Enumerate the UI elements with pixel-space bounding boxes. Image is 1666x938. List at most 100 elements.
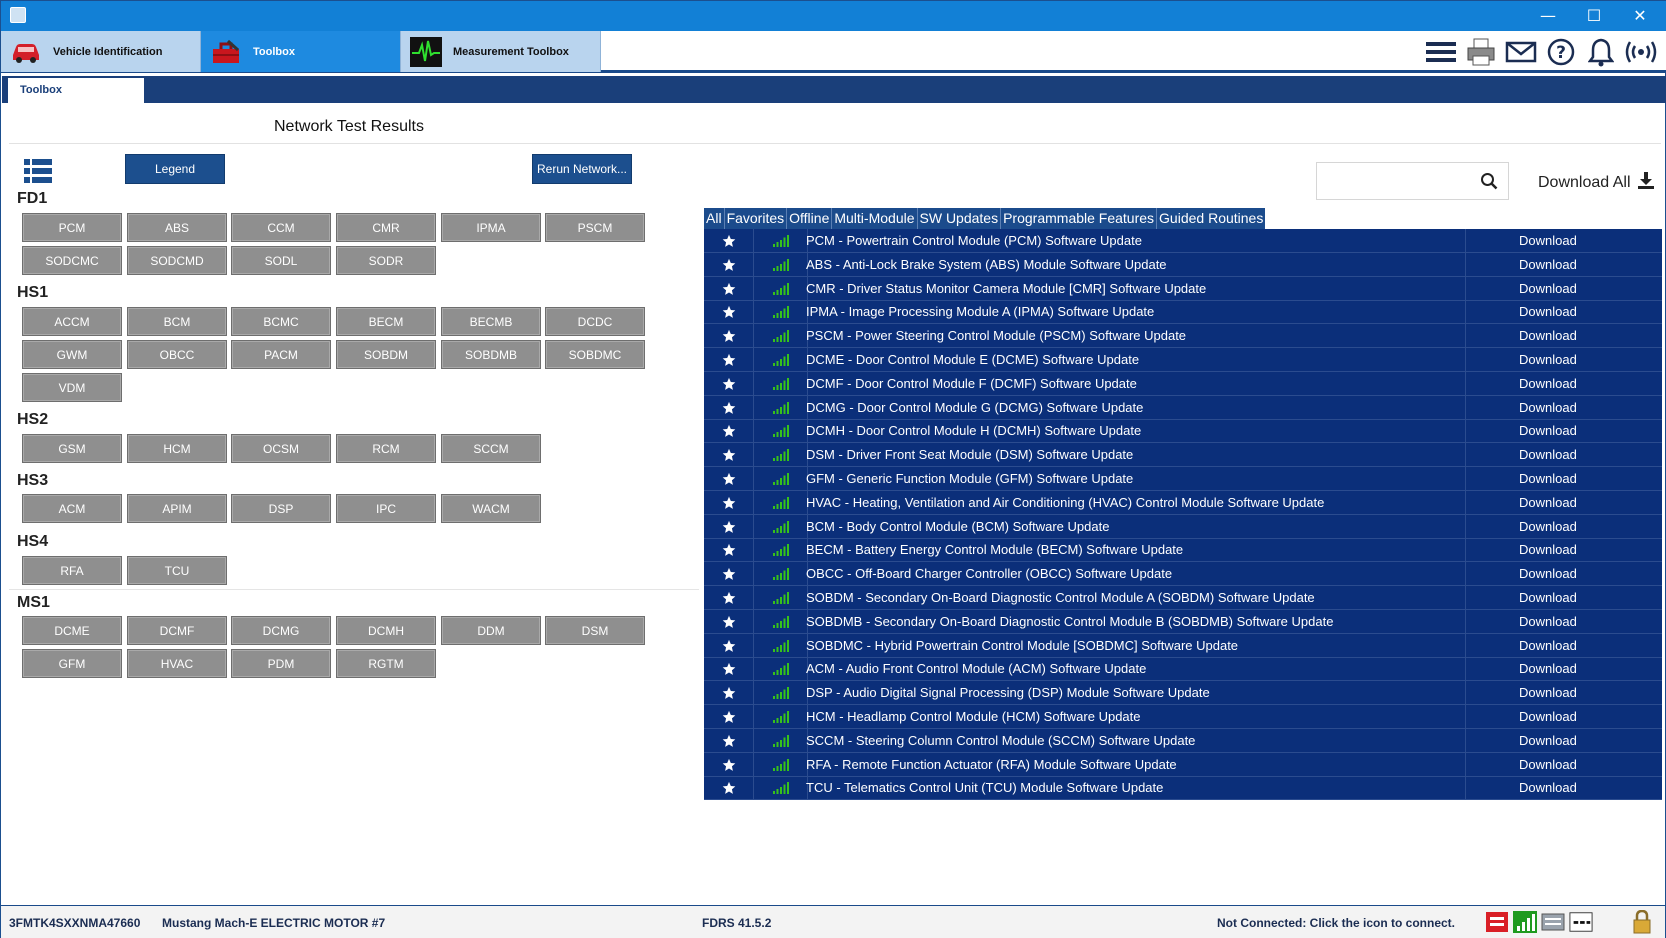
module-button-cmr[interactable]: CMR bbox=[336, 213, 436, 242]
module-button-sodr[interactable]: SODR bbox=[336, 246, 436, 275]
module-button-ipc[interactable]: IPC bbox=[336, 494, 436, 523]
favorite-star-icon[interactable] bbox=[704, 300, 754, 325]
download-link[interactable]: Download bbox=[1509, 443, 1659, 467]
module-button-pdm[interactable]: PDM bbox=[231, 649, 331, 678]
module-button-becmb[interactable]: BECMB bbox=[441, 307, 541, 336]
module-button-sccm[interactable]: SCCM bbox=[441, 434, 541, 463]
download-link[interactable]: Download bbox=[1509, 776, 1659, 800]
download-link[interactable]: Download bbox=[1509, 538, 1659, 562]
download-link[interactable]: Download bbox=[1509, 729, 1659, 753]
table-row[interactable]: DCMF - Door Control Module F (DCMF) Soft… bbox=[704, 371, 1662, 396]
download-link[interactable]: Download bbox=[1509, 277, 1659, 301]
favorite-star-icon[interactable] bbox=[704, 514, 754, 539]
filter-tab-programmable-features[interactable]: Programmable Features bbox=[1001, 208, 1158, 229]
menu-icon[interactable] bbox=[1425, 36, 1457, 68]
module-button-pcm[interactable]: PCM bbox=[22, 213, 122, 242]
table-row[interactable]: IPMA - Image Processing Module A (IPMA) … bbox=[704, 300, 1662, 325]
module-button-rcm[interactable]: RCM bbox=[336, 434, 436, 463]
favorite-star-icon[interactable] bbox=[704, 586, 754, 610]
download-link[interactable]: Download bbox=[1509, 229, 1659, 253]
table-row[interactable]: TCU - Telematics Control Unit (TCU) Modu… bbox=[704, 776, 1662, 801]
module-button-dcdc[interactable]: DCDC bbox=[545, 307, 645, 336]
module-button-becm[interactable]: BECM bbox=[336, 307, 436, 336]
table-row[interactable]: DSP - Audio Digital Signal Processing (D… bbox=[704, 681, 1662, 706]
lock-icon[interactable] bbox=[1631, 909, 1653, 937]
module-button-dsp[interactable]: DSP bbox=[231, 494, 331, 523]
module-button-dcmf[interactable]: DCMF bbox=[127, 616, 227, 645]
table-row[interactable]: GFM - Generic Function Module (GFM) Soft… bbox=[704, 467, 1662, 491]
favorite-star-icon[interactable] bbox=[704, 371, 754, 396]
favorite-star-icon[interactable] bbox=[704, 776, 754, 801]
module-button-ocsm[interactable]: OCSM bbox=[231, 434, 331, 463]
module-button-sobdmb[interactable]: SOBDMB bbox=[441, 340, 541, 369]
favorite-star-icon[interactable] bbox=[704, 419, 754, 444]
download-link[interactable]: Download bbox=[1509, 705, 1659, 729]
module-button-wacm[interactable]: WACM bbox=[441, 494, 541, 523]
module-button-bcmc[interactable]: BCMC bbox=[231, 307, 331, 336]
favorite-star-icon[interactable] bbox=[704, 324, 754, 349]
list-view-icon[interactable] bbox=[24, 159, 52, 183]
favorite-star-icon[interactable] bbox=[704, 443, 754, 468]
download-link[interactable]: Download bbox=[1509, 610, 1659, 634]
filter-tab-offline[interactable]: Offline bbox=[787, 208, 833, 229]
module-button-sobdm[interactable]: SOBDM bbox=[336, 340, 436, 369]
tab-toolbox-sub[interactable]: Toolbox bbox=[6, 78, 144, 103]
rerun-network-button[interactable]: Rerun Network... bbox=[532, 154, 632, 184]
module-button-vdm[interactable]: VDM bbox=[22, 373, 122, 402]
bell-icon[interactable] bbox=[1585, 36, 1617, 68]
favorite-star-icon[interactable] bbox=[704, 395, 754, 420]
module-button-pscm[interactable]: PSCM bbox=[545, 213, 645, 242]
wireless-icon[interactable] bbox=[1625, 36, 1657, 68]
tab-vehicle-identification[interactable]: Vehicle Identification bbox=[1, 31, 201, 72]
table-row[interactable]: OBCC - Off-Board Charger Controller (OBC… bbox=[704, 562, 1662, 587]
download-link[interactable]: Download bbox=[1509, 324, 1659, 348]
module-button-rfa[interactable]: RFA bbox=[22, 556, 122, 585]
favorite-star-icon[interactable] bbox=[704, 490, 754, 515]
favorite-star-icon[interactable] bbox=[704, 538, 754, 563]
download-link[interactable]: Download bbox=[1509, 253, 1659, 277]
table-row[interactable]: DSM - Driver Front Seat Module (DSM) Sof… bbox=[704, 443, 1662, 468]
module-button-bcm[interactable]: BCM bbox=[127, 307, 227, 336]
module-button-apim[interactable]: APIM bbox=[127, 494, 227, 523]
table-row[interactable]: HCM - Headlamp Control Module (HCM) Soft… bbox=[704, 705, 1662, 729]
favorite-star-icon[interactable] bbox=[704, 657, 754, 682]
search-box[interactable] bbox=[1316, 162, 1509, 200]
module-button-dcme[interactable]: DCME bbox=[22, 616, 122, 645]
table-row[interactable]: HVAC - Heating, Ventilation and Air Cond… bbox=[704, 490, 1662, 515]
legend-button[interactable]: Legend bbox=[125, 154, 225, 184]
table-row[interactable]: SOBDMB - Secondary On-Board Diagnostic C… bbox=[704, 609, 1662, 634]
filter-tab-favorites[interactable]: Favorites bbox=[725, 208, 788, 229]
tab-measurement-toolbox[interactable]: Measurement Toolbox bbox=[401, 31, 601, 72]
download-link[interactable]: Download bbox=[1509, 348, 1659, 372]
download-link[interactable]: Download bbox=[1509, 634, 1659, 658]
module-button-sobdmc[interactable]: SOBDMC bbox=[545, 340, 645, 369]
module-button-pacm[interactable]: PACM bbox=[231, 340, 331, 369]
favorite-star-icon[interactable] bbox=[704, 229, 754, 253]
printer-icon[interactable] bbox=[1465, 36, 1497, 68]
download-link[interactable]: Download bbox=[1509, 753, 1659, 777]
table-row[interactable]: DCMH - Door Control Module H (DCMH) Soft… bbox=[704, 419, 1662, 444]
module-button-ipma[interactable]: IPMA bbox=[441, 213, 541, 242]
download-link[interactable]: Download bbox=[1509, 372, 1659, 396]
table-row[interactable]: ACM - Audio Front Control Module (ACM) S… bbox=[704, 657, 1662, 682]
table-row[interactable]: SOBDMC - Hybrid Powertrain Control Modul… bbox=[704, 633, 1662, 658]
table-row[interactable]: BECM - Battery Energy Control Module (BE… bbox=[704, 538, 1662, 563]
module-button-sodl[interactable]: SODL bbox=[231, 246, 331, 275]
favorite-star-icon[interactable] bbox=[704, 276, 754, 301]
module-button-dcmg[interactable]: DCMG bbox=[231, 616, 331, 645]
tab-toolbox[interactable]: Toolbox bbox=[201, 31, 401, 72]
favorite-star-icon[interactable] bbox=[704, 348, 754, 372]
dash-icon[interactable] bbox=[1569, 911, 1593, 933]
table-row[interactable]: PCM - Powertrain Control Module (PCM) So… bbox=[704, 229, 1662, 253]
module-button-ccm[interactable]: CCM bbox=[231, 213, 331, 242]
download-link[interactable]: Download bbox=[1509, 467, 1659, 491]
favorite-star-icon[interactable] bbox=[704, 752, 754, 777]
download-link[interactable]: Download bbox=[1509, 562, 1659, 586]
module-button-dsm[interactable]: DSM bbox=[545, 616, 645, 645]
filter-tab-multi-module[interactable]: Multi-Module bbox=[832, 208, 918, 229]
maximize-button[interactable]: ☐ bbox=[1571, 1, 1617, 31]
module-button-dcmh[interactable]: DCMH bbox=[336, 616, 436, 645]
module-icon[interactable] bbox=[1541, 911, 1565, 933]
search-icon[interactable] bbox=[1480, 172, 1498, 195]
module-button-ddm[interactable]: DDM bbox=[441, 616, 541, 645]
